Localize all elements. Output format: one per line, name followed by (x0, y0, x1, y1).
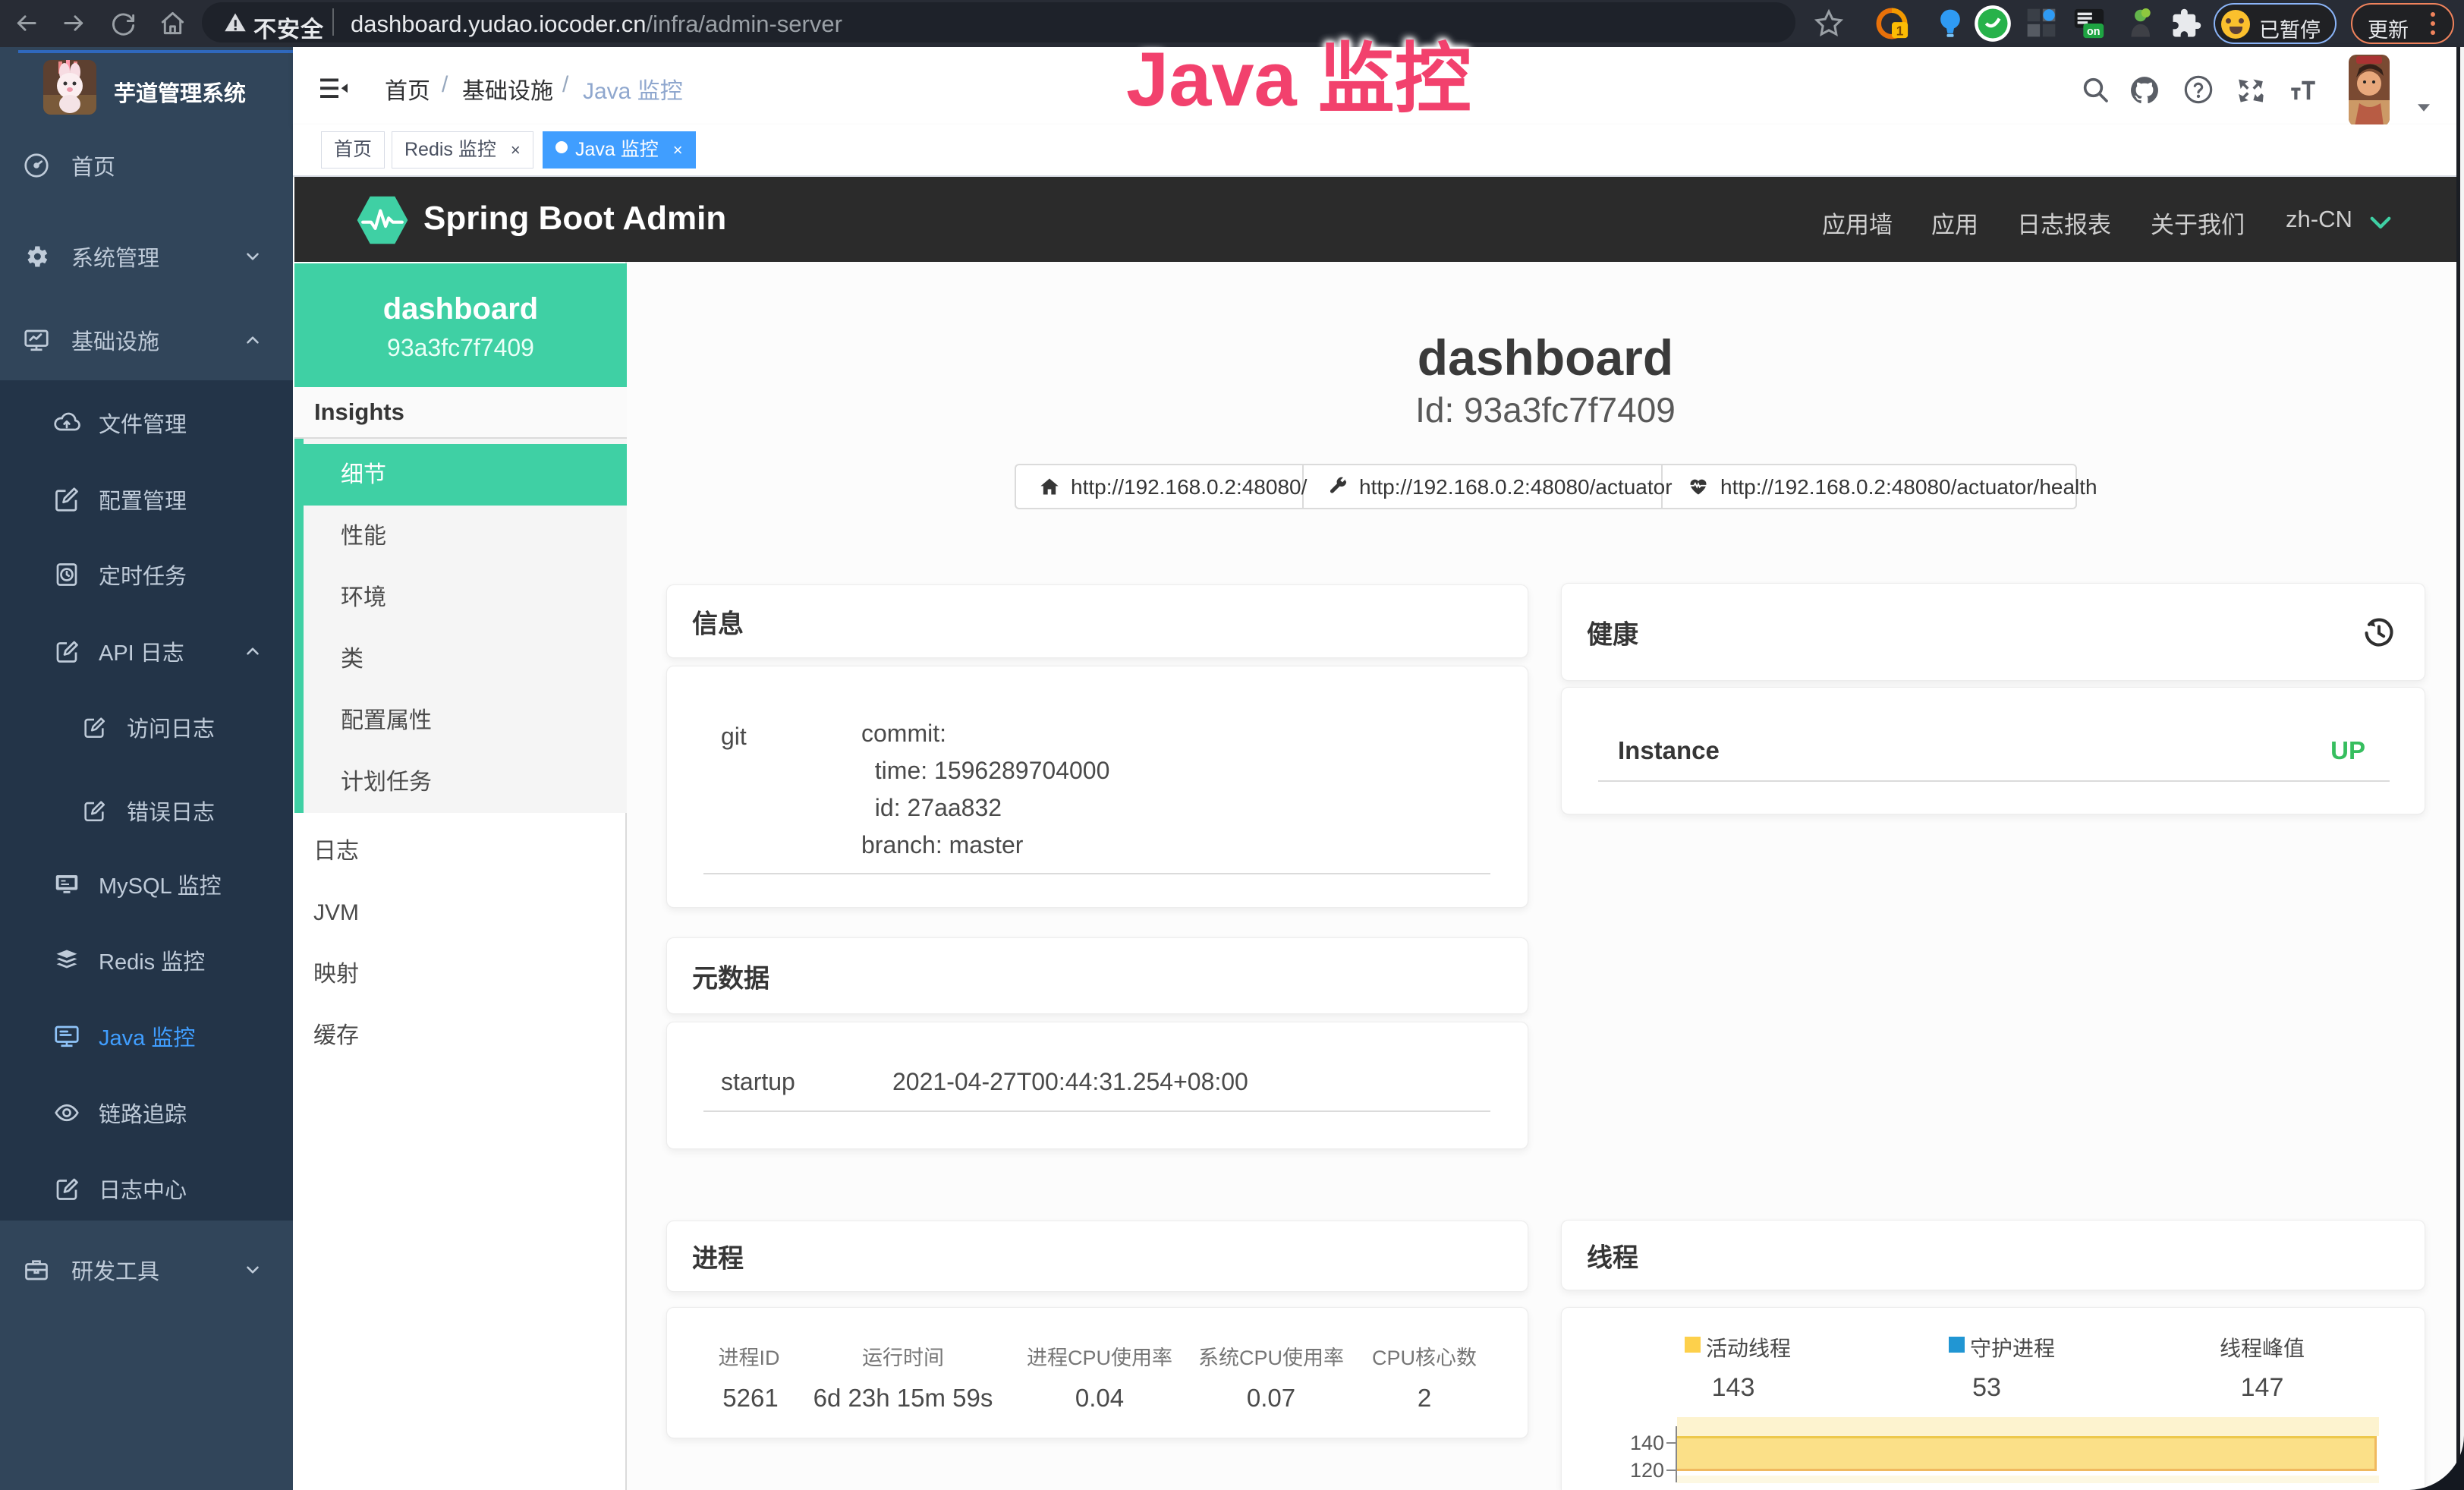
svg-text:1: 1 (1896, 24, 1904, 39)
svg-text:on: on (2087, 26, 2101, 38)
